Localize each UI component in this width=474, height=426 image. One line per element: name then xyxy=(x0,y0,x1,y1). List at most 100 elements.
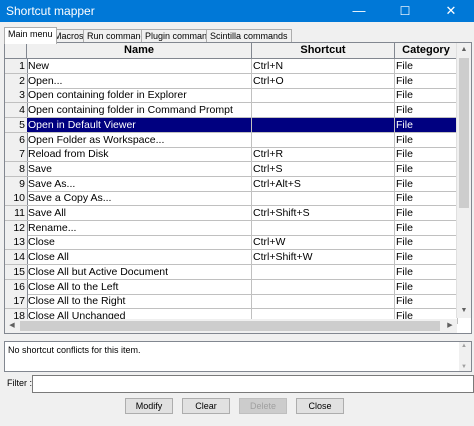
cell-category[interactable]: File xyxy=(395,176,458,192)
cell-name[interactable]: Reload from Disk xyxy=(27,147,252,163)
info-scrollbar[interactable]: ▲ ▼ xyxy=(459,342,471,371)
vertical-scroll-thumb[interactable] xyxy=(459,58,469,208)
scroll-left-icon[interactable]: ◀ xyxy=(5,319,19,333)
table-row[interactable]: 10 Save a Copy As... File xyxy=(5,191,471,207)
table-row[interactable]: 13 Close Ctrl+W File xyxy=(5,235,471,251)
cell-shortcut[interactable]: Ctrl+Shift+W xyxy=(252,250,395,266)
cell-name[interactable]: Open Folder as Workspace... xyxy=(27,132,252,148)
shortcut-grid[interactable]: Name Shortcut Category 1 New Ctrl+N File 2 Op… xyxy=(4,42,472,334)
scroll-down-icon[interactable]: ▼ xyxy=(457,304,471,318)
cell-num[interactable]: 8 xyxy=(5,161,28,177)
cell-name[interactable]: Close All to the Right xyxy=(27,294,252,310)
cell-shortcut[interactable] xyxy=(252,264,395,280)
table-row[interactable]: 11 Save All Ctrl+Shift+S File xyxy=(5,206,471,221)
cell-name[interactable]: Save a Copy As... xyxy=(27,191,252,207)
horizontal-scroll-thumb[interactable] xyxy=(20,321,440,331)
cell-num[interactable]: 4 xyxy=(5,103,28,119)
header-shortcut[interactable]: Shortcut xyxy=(252,43,395,58)
cell-shortcut[interactable]: Ctrl+Alt+S xyxy=(252,176,395,192)
cell-num[interactable]: 1 xyxy=(5,59,28,74)
cell-shortcut[interactable] xyxy=(252,103,395,119)
table-row[interactable]: 9 Save As... Ctrl+Alt+S File xyxy=(5,176,471,192)
cell-name[interactable]: Open... xyxy=(27,73,252,89)
cell-name[interactable]: Open containing folder in Explorer xyxy=(27,88,252,104)
cell-category[interactable]: File xyxy=(395,147,458,163)
modify-button[interactable]: Modify xyxy=(125,398,173,414)
cell-num[interactable]: 16 xyxy=(5,279,28,295)
cell-category[interactable]: File xyxy=(395,264,458,280)
cell-category[interactable]: File xyxy=(395,250,458,266)
tab-main-menu[interactable]: Main menu xyxy=(4,27,57,44)
cell-name[interactable]: Save All xyxy=(27,206,252,221)
table-row[interactable]: 1 New Ctrl+N File xyxy=(5,59,471,74)
scroll-right-icon[interactable]: ▶ xyxy=(443,319,457,333)
vertical-scrollbar[interactable]: ▲ ▼ xyxy=(456,43,471,318)
table-row[interactable]: 14 Close All Ctrl+Shift+W File xyxy=(5,250,471,266)
cell-num[interactable]: 17 xyxy=(5,294,28,310)
cell-name[interactable]: Close All xyxy=(27,250,252,266)
cell-shortcut[interactable] xyxy=(252,117,395,133)
cell-shortcut[interactable] xyxy=(252,132,395,148)
cell-shortcut[interactable] xyxy=(252,88,395,104)
cell-shortcut[interactable] xyxy=(252,191,395,207)
cell-name[interactable]: Close All but Active Document xyxy=(27,264,252,280)
table-row[interactable]: 4 Open containing folder in Command Promp… xyxy=(5,103,471,119)
clear-button[interactable]: Clear xyxy=(182,398,230,414)
cell-name[interactable]: Open in Default Viewer xyxy=(27,117,252,133)
cell-num[interactable]: 2 xyxy=(5,73,28,89)
cell-shortcut[interactable]: Ctrl+R xyxy=(252,147,395,163)
cell-category[interactable]: File xyxy=(395,117,458,133)
cell-category[interactable]: File xyxy=(395,206,458,221)
horizontal-scrollbar[interactable]: ◀ ▶ xyxy=(5,319,457,333)
table-row[interactable]: 7 Reload from Disk Ctrl+R File xyxy=(5,147,471,163)
close-button[interactable]: Close xyxy=(296,398,344,414)
cell-num[interactable]: 14 xyxy=(5,250,28,266)
cell-num[interactable]: 10 xyxy=(5,191,28,207)
cell-name[interactable]: New xyxy=(27,59,252,74)
cell-num[interactable]: 11 xyxy=(5,206,28,221)
cell-category[interactable]: File xyxy=(395,88,458,104)
cell-category[interactable]: File xyxy=(395,220,458,236)
maximize-icon[interactable]: ☐ xyxy=(382,0,428,22)
table-row[interactable]: 12 Rename... File xyxy=(5,220,471,236)
table-row[interactable]: 6 Open Folder as Workspace... File xyxy=(5,132,471,148)
close-icon[interactable]: ✕ xyxy=(428,0,474,22)
cell-name[interactable]: Rename... xyxy=(27,220,252,236)
table-row[interactable]: 2 Open... Ctrl+O File xyxy=(5,73,471,89)
cell-category[interactable]: File xyxy=(395,161,458,177)
cell-num[interactable]: 5 xyxy=(5,117,28,133)
table-row[interactable]: 5 Open in Default Viewer File xyxy=(5,117,471,133)
cell-shortcut[interactable]: Ctrl+W xyxy=(252,235,395,251)
cell-shortcut[interactable]: Ctrl+Shift+S xyxy=(252,206,395,221)
header-category[interactable]: Category xyxy=(395,43,458,58)
cell-num[interactable]: 13 xyxy=(5,235,28,251)
cell-num[interactable]: 7 xyxy=(5,147,28,163)
cell-num[interactable]: 15 xyxy=(5,264,28,280)
cell-category[interactable]: File xyxy=(395,132,458,148)
cell-name[interactable]: Save xyxy=(27,161,252,177)
table-row[interactable]: 8 Save Ctrl+S File xyxy=(5,161,471,177)
header-name[interactable]: Name xyxy=(27,43,252,58)
cell-num[interactable]: 12 xyxy=(5,220,28,236)
filter-input[interactable] xyxy=(32,375,474,393)
info-scroll-down-icon[interactable]: ▼ xyxy=(461,364,467,370)
cell-category[interactable]: File xyxy=(395,103,458,119)
cell-shortcut[interactable]: Ctrl+N xyxy=(252,59,395,74)
cell-name[interactable]: Save As... xyxy=(27,176,252,192)
cell-num[interactable]: 9 xyxy=(5,176,28,192)
cell-num[interactable]: 6 xyxy=(5,132,28,148)
table-row[interactable]: 15 Close All but Active Document File xyxy=(5,264,471,280)
minimize-icon[interactable]: — xyxy=(336,0,382,22)
cell-shortcut[interactable]: Ctrl+S xyxy=(252,161,395,177)
cell-num[interactable]: 3 xyxy=(5,88,28,104)
cell-shortcut[interactable] xyxy=(252,294,395,310)
cell-category[interactable]: File xyxy=(395,59,458,74)
cell-shortcut[interactable] xyxy=(252,220,395,236)
cell-shortcut[interactable]: Ctrl+O xyxy=(252,73,395,89)
cell-name[interactable]: Close All to the Left xyxy=(27,279,252,295)
cell-category[interactable]: File xyxy=(395,279,458,295)
cell-category[interactable]: File xyxy=(395,235,458,251)
table-row[interactable]: 16 Close All to the Left File xyxy=(5,279,471,295)
table-row[interactable]: 3 Open containing folder in Explorer File xyxy=(5,88,471,104)
table-row[interactable]: 17 Close All to the Right File xyxy=(5,294,471,310)
